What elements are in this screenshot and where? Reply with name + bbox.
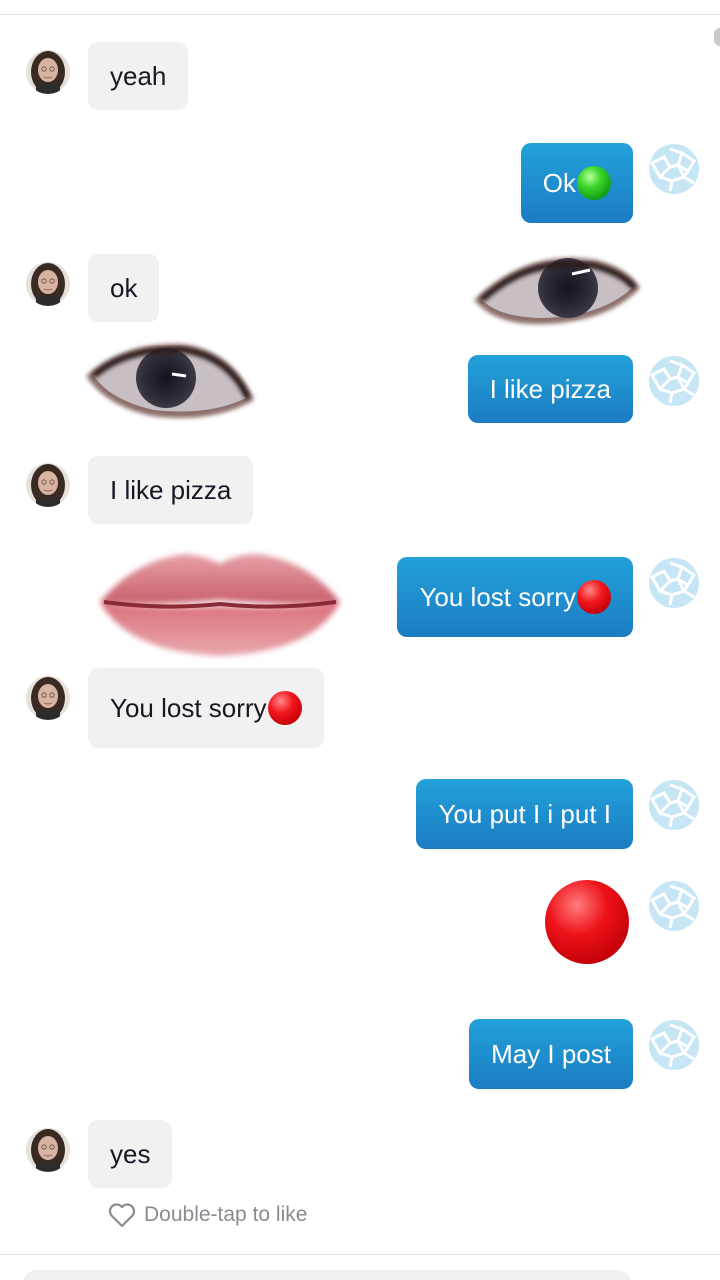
message-text: I like pizza	[489, 374, 611, 404]
top-divider	[0, 14, 720, 15]
incoming-message[interactable]: You lost sorry	[88, 668, 324, 748]
sender-avatar[interactable]	[26, 463, 70, 507]
outgoing-message[interactable]: Ok	[520, 143, 633, 223]
message-text: You put I i put I	[438, 799, 611, 829]
my-avatar[interactable]	[648, 779, 700, 831]
heart-outline-icon[interactable]	[108, 1202, 136, 1228]
my-avatar[interactable]	[648, 880, 700, 932]
sender-avatar[interactable]	[26, 50, 70, 94]
my-avatar[interactable]	[648, 143, 700, 195]
my-avatar[interactable]	[648, 1019, 700, 1071]
message-text: Ok	[542, 168, 576, 198]
red-circle-emoji-icon	[267, 691, 302, 725]
incoming-message[interactable]: yeah	[88, 42, 189, 110]
outgoing-message[interactable]: You put I i put I	[416, 779, 633, 849]
bottom-divider	[0, 1254, 720, 1255]
like-hint-text: Double-tap to like	[144, 1203, 308, 1226]
incoming-message[interactable]: yes	[88, 1120, 173, 1188]
like-hint[interactable]: Double-tap to like	[108, 1202, 307, 1228]
incoming-message[interactable]: I like pizza	[88, 456, 254, 524]
sender-avatar[interactable]	[26, 262, 70, 306]
outgoing-message[interactable]: May I post	[469, 1019, 633, 1089]
incoming-message[interactable]: ok	[88, 254, 160, 322]
red-circle-emoji-icon[interactable]	[545, 880, 629, 964]
eye-sticker[interactable]	[82, 336, 258, 428]
message-text: You lost sorry	[110, 693, 267, 723]
message-text: May I post	[491, 1039, 611, 1069]
message-input[interactable]	[22, 1270, 632, 1280]
message-text: yeah	[110, 61, 167, 91]
lips-sticker[interactable]	[94, 540, 346, 664]
message-text: You lost sorry	[419, 582, 576, 612]
red-circle-emoji-icon	[577, 580, 611, 614]
corner-indicator	[714, 28, 720, 46]
outgoing-message[interactable]: I like pizza	[467, 355, 633, 423]
eye-sticker[interactable]	[468, 244, 644, 336]
sender-avatar[interactable]	[26, 1128, 70, 1172]
my-avatar[interactable]	[648, 355, 700, 407]
message-text: yes	[110, 1139, 151, 1169]
sender-avatar[interactable]	[26, 676, 70, 720]
my-avatar[interactable]	[648, 557, 700, 609]
message-text: I like pizza	[110, 475, 232, 505]
message-text: ok	[110, 273, 138, 303]
outgoing-message[interactable]: You lost sorry	[397, 557, 633, 637]
green-circle-emoji-icon	[577, 166, 611, 200]
